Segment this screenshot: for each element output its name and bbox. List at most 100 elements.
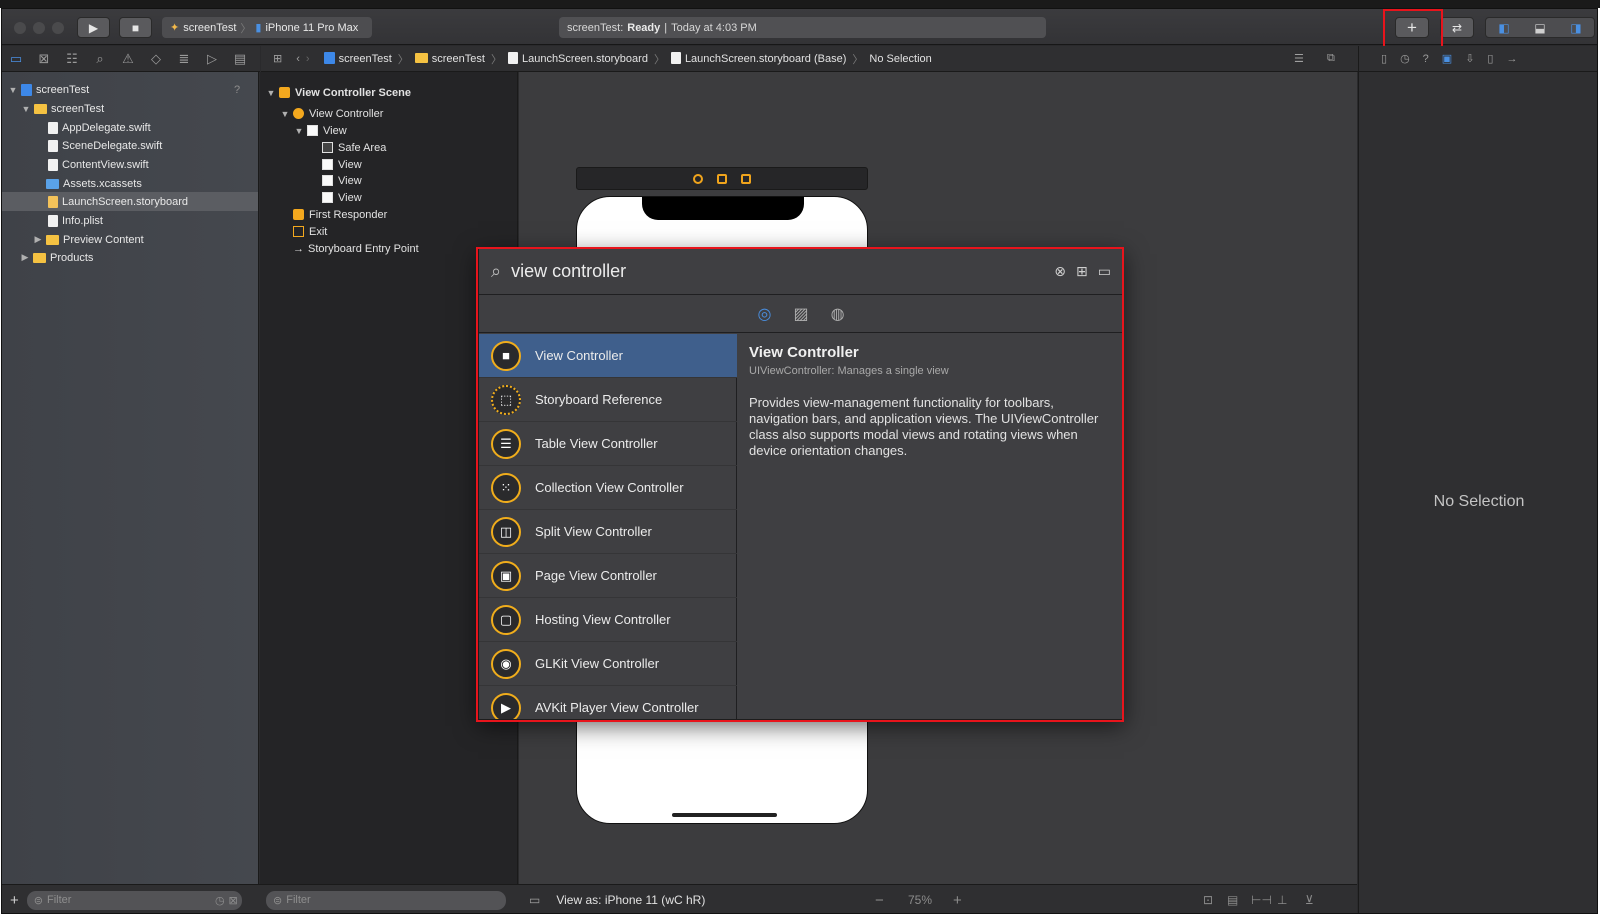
align-icon[interactable]: ⊢⊣ <box>1251 893 1272 907</box>
navigator-selector-bar: ▭ ⊠ ☷ ⌕ ⚠ ◇ ≣ ▷ ▤ <box>2 46 260 72</box>
jump-selection[interactable]: No Selection <box>869 53 931 65</box>
outline-item-safe-area[interactable]: Safe Area <box>322 139 386 156</box>
outline-item-view[interactable]: ▼ View <box>294 122 347 139</box>
outline-filter-field[interactable]: ⊜ Filter <box>266 890 506 910</box>
back-icon[interactable]: ‹ <box>296 53 300 65</box>
scene-dock[interactable] <box>576 167 868 190</box>
jump-group[interactable]: screenTest <box>414 52 485 65</box>
forward-icon[interactable]: › <box>306 53 310 65</box>
view-as-label[interactable]: View as: iPhone 11 ( <box>556 893 665 907</box>
outline-item-first-responder[interactable]: First Responder <box>293 206 387 223</box>
tree-item-project[interactable]: ▼ screenTest ? <box>2 80 258 99</box>
outline-item-view[interactable]: View <box>322 189 362 206</box>
outline-item-view[interactable]: View <box>322 156 362 173</box>
project-navigator: ▼ screenTest ? ▼ screenTest AppDelegate.… <box>2 72 259 884</box>
tree-item-file[interactable]: ContentView.swift <box>2 155 258 174</box>
bottom-panel-toggle[interactable]: ⬓ <box>1534 21 1545 35</box>
navigator-filter-field[interactable]: ⊜ Filter ◷ ⊠ <box>26 890 242 910</box>
project-navigator-icon[interactable]: ▭ <box>2 51 30 67</box>
status-time: Today at 4:03 PM <box>671 21 757 34</box>
disclosure-closed-icon[interactable]: ▶ <box>20 252 30 263</box>
disclosure-open-icon[interactable]: ▼ <box>266 88 276 98</box>
history-inspector-icon[interactable]: ◷ <box>1400 52 1410 65</box>
size-inspector-icon[interactable]: ▯ <box>1487 52 1493 65</box>
embed-in-icon[interactable]: ▤ <box>1227 893 1238 907</box>
tree-item-group[interactable]: ▶ Preview Content <box>2 230 258 249</box>
outline-item-exit[interactable]: Exit <box>293 223 327 240</box>
connections-inspector-icon[interactable]: → <box>1506 53 1517 65</box>
filter-icon: ⊜ <box>33 894 43 907</box>
tree-item-file[interactable]: Assets.xcassets <box>2 174 258 193</box>
zoom-out-icon[interactable]: − <box>875 892 884 909</box>
attributes-inspector-icon[interactable]: ⇩ <box>1465 52 1474 65</box>
tree-item-file[interactable]: SceneDelegate.swift <box>2 136 258 155</box>
help-inspector-icon[interactable]: ? <box>1423 53 1429 65</box>
panel-toggle-group: ◧ ⬓ ◨ <box>1485 17 1595 38</box>
filter-icon: ⊜ <box>273 894 283 907</box>
disclosure-open-icon[interactable]: ▼ <box>21 104 31 114</box>
jump-project[interactable]: screenTest <box>323 52 392 65</box>
outline-item-view-controller[interactable]: ▼ View Controller <box>280 105 384 122</box>
first-responder-dock-icon[interactable] <box>717 173 727 184</box>
debug-navigator-icon[interactable]: ≣ <box>170 51 198 67</box>
add-editor-icon[interactable]: ⧉ <box>1327 52 1335 65</box>
swift-file-icon <box>48 121 58 134</box>
scheme-selector[interactable]: ✦ screenTest 〉 ▮ iPhone 11 Pro Max <box>162 17 372 38</box>
close-window-button[interactable] <box>14 22 26 34</box>
file-inspector-icon[interactable]: ▯ <box>1381 52 1387 65</box>
editor-options-icon[interactable]: ☰ <box>1294 52 1304 65</box>
view-as-size[interactable]: wC hR) <box>665 893 705 907</box>
zoom-window-button[interactable] <box>52 22 64 34</box>
source-control-icon[interactable]: ⊠ <box>30 51 58 67</box>
mac-menubar <box>0 0 1600 8</box>
tree-item-group[interactable]: ▶ Products <box>2 248 258 267</box>
outline-item-label: View Controller Scene <box>295 86 411 99</box>
recent-files-icon[interactable]: ◷ <box>215 894 225 907</box>
tree-item-label: screenTest <box>51 102 105 115</box>
minimize-window-button[interactable] <box>33 22 45 34</box>
scene-icon <box>279 87 290 98</box>
outline-item-entry-point[interactable]: → Storyboard Entry Point <box>293 240 419 257</box>
right-panel-toggle[interactable]: ◨ <box>1570 21 1581 35</box>
report-navigator-icon[interactable]: ▤ <box>226 51 254 67</box>
tree-item-file-selected[interactable]: LaunchScreen.storyboard <box>2 192 258 211</box>
tree-item-file[interactable]: AppDelegate.swift <box>2 118 258 137</box>
outline-item-view[interactable]: View <box>322 172 362 189</box>
outline-toggle-icon[interactable]: ▭ <box>529 893 540 907</box>
find-navigator-icon[interactable]: ⌕ <box>86 51 114 67</box>
left-panel-toggle[interactable]: ◧ <box>1498 21 1509 35</box>
outline-item-label: View <box>323 124 347 137</box>
disclosure-closed-icon[interactable]: ▶ <box>33 234 43 245</box>
tree-item-group[interactable]: ▼ screenTest <box>2 99 258 118</box>
run-button[interactable]: ▶ <box>77 17 110 38</box>
exit-dock-icon[interactable] <box>741 173 751 184</box>
symbol-navigator-icon[interactable]: ☷ <box>58 51 86 67</box>
outline-item-label: View <box>338 158 362 171</box>
outline-item-label: View Controller <box>309 107 384 120</box>
view-controller-dock-icon[interactable] <box>693 173 703 184</box>
outline-item-scene[interactable]: ▼ View Controller Scene <box>266 84 411 101</box>
stop-button[interactable]: ■ <box>119 17 152 38</box>
status-project: screenTest: <box>567 21 624 34</box>
code-review-button[interactable]: ⇄ <box>1440 17 1474 38</box>
update-frames-icon[interactable]: ⊡ <box>1203 893 1213 907</box>
disclosure-open-icon[interactable]: ▼ <box>8 85 18 95</box>
jump-file[interactable]: LaunchScreen.storyboard <box>507 52 648 65</box>
run-icon: ▶ <box>88 20 99 35</box>
issue-navigator-icon[interactable]: ⚠ <box>114 51 142 67</box>
disclosure-open-icon[interactable]: ▼ <box>294 126 304 136</box>
jump-base[interactable]: LaunchScreen.storyboard (Base) <box>670 52 846 65</box>
identity-inspector-icon[interactable]: ▣ <box>1442 52 1452 65</box>
folder-icon <box>34 103 47 114</box>
breakpoint-navigator-icon[interactable]: ▷ <box>198 51 226 67</box>
test-navigator-icon[interactable]: ◇ <box>142 51 170 67</box>
add-file-icon[interactable]: + <box>10 892 19 909</box>
add-constraints-icon[interactable]: ⊥ <box>1277 893 1287 907</box>
source-control-filter-icon[interactable]: ⊠ <box>229 894 238 907</box>
tree-item-file[interactable]: Info.plist <box>2 211 258 230</box>
resolve-issues-icon[interactable]: ⊻ <box>1305 893 1314 907</box>
view-icon <box>322 175 333 186</box>
zoom-in-icon[interactable]: + <box>953 892 962 909</box>
disclosure-open-icon[interactable]: ▼ <box>280 109 290 119</box>
related-items-icon[interactable]: ⊞ <box>273 52 282 65</box>
